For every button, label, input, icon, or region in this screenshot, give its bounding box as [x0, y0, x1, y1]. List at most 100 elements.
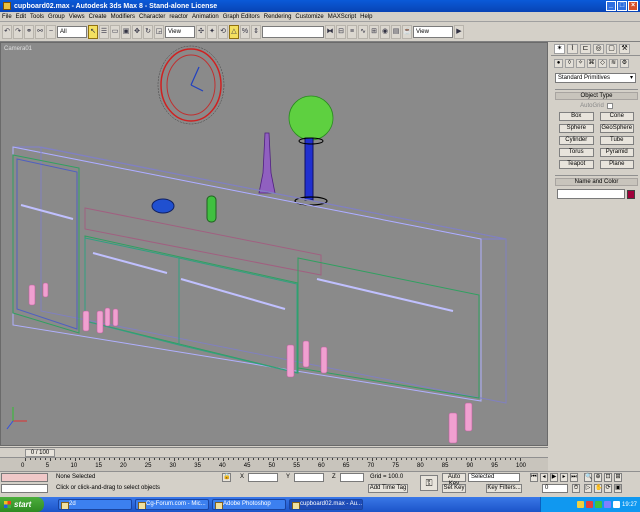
menu-rendering[interactable]: Rendering: [264, 14, 292, 20]
menu-file[interactable]: File: [2, 14, 12, 20]
task-2d[interactable]: 2d: [58, 499, 132, 510]
x-coord-field[interactable]: [248, 473, 278, 482]
helpers-icon[interactable]: ◇: [598, 59, 607, 68]
spacewarps-icon[interactable]: ≋: [609, 59, 618, 68]
select-object-icon[interactable]: ↖: [88, 24, 98, 39]
menu-reactor[interactable]: reactor: [169, 14, 188, 20]
primitive-category-select[interactable]: Standard Primitives: [555, 73, 636, 83]
maxscript-mini-field[interactable]: [1, 484, 48, 493]
modify-tab-icon[interactable]: ⌇: [567, 44, 578, 54]
mirror-icon[interactable]: ⧓: [325, 24, 335, 39]
lights-icon[interactable]: ✧: [576, 59, 585, 68]
teapot-button[interactable]: Teapot: [559, 160, 594, 169]
named-selection-select[interactable]: [262, 25, 324, 38]
pan-icon[interactable]: ✋: [594, 484, 602, 493]
goto-end-icon[interactable]: ⏭: [570, 473, 578, 482]
task-3dsmax[interactable]: cupboard02.max - Au...: [289, 499, 363, 510]
menu-create[interactable]: Create: [89, 14, 107, 20]
lock-selection-icon[interactable]: 🔒: [222, 473, 231, 482]
menu-animation[interactable]: Animation: [192, 14, 219, 20]
maximize-button[interactable]: □: [617, 1, 627, 11]
time-config-icon[interactable]: ⏱: [572, 484, 580, 493]
select-scale-icon[interactable]: ◲: [154, 24, 164, 39]
systems-icon[interactable]: ⚙: [620, 59, 629, 68]
material-editor-icon[interactable]: ◉: [380, 24, 390, 39]
tray-app-icon[interactable]: [576, 501, 584, 508]
key-mode-select[interactable]: Selected: [468, 473, 520, 482]
quick-render-icon[interactable]: ☕: [402, 24, 412, 39]
zoom-extents-all-icon[interactable]: ⊞: [614, 473, 622, 482]
track-bar[interactable]: 0 5 10 15 20 25 30 35 40 45 50 55 60 65 70 75 80 85 90 95 10…: [0, 457, 548, 471]
z-coord-field[interactable]: [340, 473, 364, 482]
autogrid-option[interactable]: AutoGrid: [555, 103, 638, 109]
zoom-all-icon[interactable]: ⊕: [594, 473, 602, 482]
zoom-extents-icon[interactable]: ⊡: [604, 473, 612, 482]
link-icon[interactable]: ⚭: [24, 24, 34, 39]
create-tab-icon[interactable]: ✶: [554, 44, 565, 54]
plane-button[interactable]: Plane: [599, 160, 634, 169]
object-type-header[interactable]: Object Type: [555, 92, 638, 100]
menu-group[interactable]: Group: [48, 14, 65, 20]
cylinder-button[interactable]: Cylinder: [559, 136, 594, 145]
maximize-viewport-icon[interactable]: ▣: [614, 484, 622, 493]
layer-manager-icon[interactable]: ≡: [347, 24, 357, 39]
menu-tools[interactable]: Tools: [30, 14, 44, 20]
schematic-view-icon[interactable]: ⊞: [369, 24, 379, 39]
key-icon[interactable]: ⚿: [420, 475, 438, 491]
tray-messenger-icon[interactable]: [603, 501, 611, 508]
pivot-center-icon[interactable]: ✣: [196, 24, 206, 39]
add-time-tag-button[interactable]: Add Time Tag: [368, 484, 408, 493]
time-slider[interactable]: 0 / 100: [0, 447, 548, 457]
camera-viewport[interactable]: Camera01: [0, 42, 548, 446]
select-move-icon[interactable]: ✥: [132, 24, 142, 39]
tube-button[interactable]: Tube: [599, 136, 634, 145]
tray-antivirus-icon[interactable]: [585, 501, 593, 508]
name-color-header[interactable]: Name and Color: [555, 178, 638, 186]
goto-start-icon[interactable]: ⏮: [530, 473, 538, 482]
tray-volume-icon[interactable]: [612, 501, 620, 508]
field-of-view-icon[interactable]: ▷: [584, 484, 592, 493]
next-frame-icon[interactable]: ▸: [560, 473, 568, 482]
reference-coordinate-select[interactable]: View: [165, 25, 195, 38]
redo-icon[interactable]: ↷: [13, 24, 23, 39]
geosphere-button[interactable]: GeoSphere: [599, 124, 634, 133]
close-button[interactable]: ×: [628, 1, 638, 11]
menu-views[interactable]: Views: [69, 14, 85, 20]
window-crossing-icon[interactable]: ▣: [121, 24, 131, 39]
snap-toggle-icon[interactable]: ⟲: [218, 24, 228, 39]
motion-tab-icon[interactable]: ◎: [593, 44, 604, 54]
orbit-icon[interactable]: ⟳: [604, 484, 612, 493]
start-button[interactable]: start: [0, 497, 44, 512]
menu-customize[interactable]: Customize: [295, 14, 323, 20]
zoom-icon[interactable]: 🔍: [584, 473, 592, 482]
select-rotate-icon[interactable]: ↻: [143, 24, 153, 39]
display-tab-icon[interactable]: ▢: [606, 44, 617, 54]
bind-spacewarp-icon[interactable]: ~: [46, 24, 56, 39]
set-key-button[interactable]: Set Key: [442, 484, 466, 493]
select-manipulate-icon[interactable]: ✦: [207, 24, 217, 39]
align-icon[interactable]: ⊟: [336, 24, 346, 39]
utilities-tab-icon[interactable]: ⚒: [619, 44, 630, 54]
curve-editor-icon[interactable]: ∿: [358, 24, 368, 39]
object-name-field[interactable]: [557, 189, 625, 199]
menu-modifiers[interactable]: Modifiers: [111, 14, 135, 20]
maxscript-listener-field[interactable]: [1, 473, 48, 482]
task-cg-forum[interactable]: Cg-Forum.com - Mic...: [135, 499, 209, 510]
y-coord-field[interactable]: [294, 473, 324, 482]
autogrid-checkbox[interactable]: [606, 103, 613, 109]
current-frame-field[interactable]: 0: [542, 484, 568, 493]
pyramid-button[interactable]: Pyramid: [599, 148, 634, 157]
tray-network-icon[interactable]: [594, 501, 602, 508]
key-filters-button[interactable]: Key Filters...: [486, 484, 522, 493]
box-button[interactable]: Box: [559, 112, 594, 121]
menu-graph-editors[interactable]: Graph Editors: [223, 14, 260, 20]
unlink-icon[interactable]: ⚯: [35, 24, 45, 39]
percent-snap-icon[interactable]: %: [240, 24, 250, 39]
selection-region-icon[interactable]: ▭: [110, 24, 120, 39]
geometry-icon[interactable]: ●: [554, 59, 563, 68]
render-scene-icon[interactable]: ▤: [391, 24, 401, 39]
undo-icon[interactable]: ↶: [2, 24, 12, 39]
auto-key-button[interactable]: Auto Key: [442, 473, 466, 487]
sphere-button[interactable]: Sphere: [559, 124, 594, 133]
menu-edit[interactable]: Edit: [16, 14, 26, 20]
